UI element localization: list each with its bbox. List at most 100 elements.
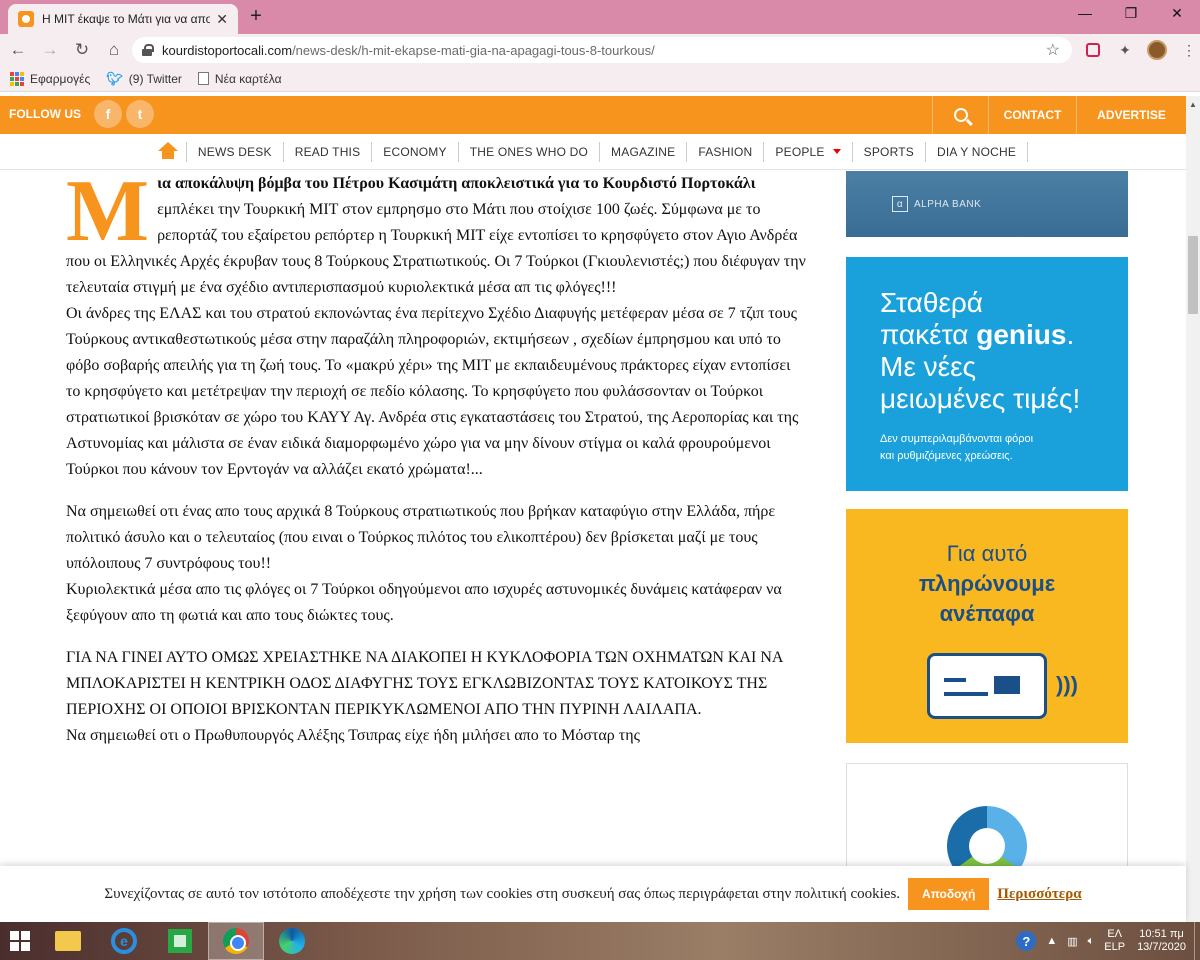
sidebar-ads: α ALPHA BANK Σταθερά πακέτα genius. Με ν… xyxy=(846,171,1128,886)
store-icon[interactable] xyxy=(152,922,208,960)
cosmote-ad[interactable] xyxy=(846,763,1128,886)
bookmarks-bar: Εφαρμογές 🐦︎ (9) Twitter Νέα καρτέλα xyxy=(0,66,1200,92)
nav-news-desk[interactable]: NEWS DESK xyxy=(185,141,283,162)
minimize-icon[interactable]: — xyxy=(1062,0,1108,26)
site-favicon-icon xyxy=(18,11,34,27)
network-icon[interactable]: ▥ xyxy=(1067,935,1077,948)
language-code: ΕΛ xyxy=(1107,928,1122,940)
search-icon xyxy=(953,108,968,122)
main-navigation: NEWS DESK READ THIS ECONOMY THE ONES WHO… xyxy=(0,134,1186,170)
scroll-up-icon[interactable]: ▲ xyxy=(1186,96,1200,113)
pocket-icon[interactable] xyxy=(1080,37,1106,63)
address-bar[interactable]: kourdistoportocali.com/news-desk/h-mit-e… xyxy=(132,37,1072,63)
facebook-glyph: f xyxy=(105,106,111,122)
article-paragraph: ΓΙΑ ΝΑ ΓΙΝΕΙ ΑΥΤΟ ΟΜΩΣ ΧΡΕΙΑΣΤΗΚΕ ΝΑ ΔΙΑ… xyxy=(66,645,806,749)
bookmark-apps[interactable]: Εφαρμογές xyxy=(10,71,91,86)
chrome-icon[interactable] xyxy=(208,922,264,960)
extensions-icon[interactable]: ✦ xyxy=(1112,37,1138,63)
bookmark-label: (9) Twitter xyxy=(128,71,182,86)
forward-icon[interactable]: → xyxy=(36,36,64,64)
new-tab-icon[interactable]: + xyxy=(244,5,268,28)
cookie-accept-button[interactable]: Αποδοχή xyxy=(908,878,990,910)
facebook-icon[interactable]: f xyxy=(94,100,122,128)
genius-ad[interactable]: Σταθερά πακέτα genius. Με νέες μειωμένες… xyxy=(846,257,1128,491)
browser-tabbar: Η ΜΙΤ έκαψε το Μάτι για να απο ✕ + — ❐ ✕ xyxy=(0,0,1200,34)
header-actions: CONTACT ADVERTISE xyxy=(932,96,1186,134)
cookie-more-link[interactable]: Περισσότερα xyxy=(997,886,1081,903)
browser-toolbar: ← → ↻ ⌂ kourdistoportocali.com/news-desk… xyxy=(0,34,1200,66)
nav-sports[interactable]: SPORTS xyxy=(851,141,925,162)
article-text: Κυριολεκτικά μέσα απο τις φλόγες οι 7 Το… xyxy=(66,581,782,624)
show-desktop-button[interactable] xyxy=(1194,922,1200,960)
star-icon[interactable]: ☆ xyxy=(1046,40,1060,60)
contactless-waves-icon: ))) xyxy=(1056,672,1078,697)
genius-line: Με νέες xyxy=(880,351,977,382)
genius-line: Σταθερά xyxy=(880,287,983,318)
alpha-bank-logo-icon: α xyxy=(892,196,908,212)
article-lead-text: εμπλέκει την Τουρκική ΜΙΤ στον εμπρησμο … xyxy=(66,201,806,296)
alpha-bank-label: ALPHA BANK xyxy=(914,198,982,210)
page-scrollbar[interactable]: ▲ xyxy=(1186,96,1200,922)
search-button[interactable] xyxy=(932,96,988,134)
article-paragraph: Να σημειωθεί οτι ένας απο τους αρχικά 8 … xyxy=(66,499,806,629)
back-icon[interactable]: ← xyxy=(4,36,32,64)
start-button[interactable] xyxy=(0,922,40,960)
nav-magazine[interactable]: MAGAZINE xyxy=(599,141,686,162)
volume-icon[interactable]: 🔈︎ xyxy=(1088,935,1095,948)
advertise-link[interactable]: ADVERTISE xyxy=(1076,96,1186,134)
contactless-line: πληρώνουμε xyxy=(918,571,1056,596)
windows-taskbar: e ? ▲ ▥ 🔈︎ ΕΛ ELP 10:51 πμ 13/7/2020 xyxy=(0,922,1200,960)
scroll-thumb[interactable] xyxy=(1188,236,1198,314)
article-body: Μια αποκάλυψη βόμβα του Πέτρου Κασιμάτη … xyxy=(66,163,806,765)
profile-icon[interactable] xyxy=(1144,37,1170,63)
windows-logo-icon xyxy=(10,931,30,951)
language-indicator[interactable]: ΕΛ ELP xyxy=(1104,928,1125,954)
article-text: Οι άνδρες της ΕΛΑΣ και του στρατού εκπον… xyxy=(66,305,799,478)
home-icon[interactable]: ⌂ xyxy=(100,36,128,64)
nav-economy[interactable]: ECONOMY xyxy=(371,141,457,162)
article-text: Να σημειωθεί οτι ένας απο τους αρχικά 8 … xyxy=(66,503,776,572)
help-icon[interactable]: ? xyxy=(1016,931,1037,951)
tray-chevron-icon[interactable]: ▲ xyxy=(1046,935,1057,947)
file-explorer-icon[interactable] xyxy=(40,922,96,960)
bookmark-new-tab[interactable]: Νέα καρτέλα xyxy=(197,72,282,86)
nav-people[interactable]: PEOPLE xyxy=(763,141,851,162)
browser-tab[interactable]: Η ΜΙΤ έκαψε το Μάτι για να απο ✕ xyxy=(8,4,238,34)
genius-disclaimer-line: Δεν συμπεριλαμβάνονται φόροι xyxy=(880,433,1034,445)
page-icon xyxy=(197,72,209,85)
cookie-banner: Συνεχίζοντας σε αυτό τον ιστότοπο αποδέχ… xyxy=(0,866,1186,922)
nav-read-this[interactable]: READ THIS xyxy=(282,141,372,162)
tab-close-icon[interactable]: ✕ xyxy=(216,11,228,28)
nav-people-label: PEOPLE xyxy=(775,144,825,159)
genius-brand: genius xyxy=(976,319,1067,350)
keyboard-layout: ELP xyxy=(1104,941,1126,953)
bookmark-label: Εφαρμογές xyxy=(30,71,91,86)
contactless-ad[interactable]: Για αυτό πληρώνουμε ανέπαφα ))) xyxy=(846,509,1128,743)
nav-fashion[interactable]: FASHION xyxy=(686,141,763,162)
reload-icon[interactable]: ↻ xyxy=(68,36,96,64)
cookie-text: Συνεχίζοντας σε αυτό τον ιστότοπο αποδέχ… xyxy=(104,885,901,902)
alpha-bank-ad[interactable]: α ALPHA BANK xyxy=(846,171,1128,237)
restore-icon[interactable]: ❐ xyxy=(1108,0,1154,26)
url-host: kourdistoportocali.com xyxy=(162,42,293,58)
home-icon[interactable] xyxy=(157,141,178,162)
extension-icons: ✦ ⋮ xyxy=(1080,34,1200,66)
close-window-icon[interactable]: ✕ xyxy=(1154,0,1200,26)
article-paragraph: Μια αποκάλυψη βόμβα του Πέτρου Κασιμάτη … xyxy=(66,163,806,483)
menu-icon[interactable]: ⋮ xyxy=(1176,37,1200,63)
twitter-icon[interactable]: t xyxy=(126,100,154,128)
genius-disclaimer-line: και ρυθμιζόμενες χρεώσεις. xyxy=(880,450,1013,462)
twitter-glyph: t xyxy=(137,106,143,122)
internet-explorer-icon[interactable]: e xyxy=(96,922,152,960)
bookmark-twitter[interactable]: 🐦︎ (9) Twitter xyxy=(106,71,182,87)
edge-icon[interactable] xyxy=(264,922,320,960)
lock-icon[interactable] xyxy=(142,44,154,56)
article-caps-text: ΓΙΑ ΝΑ ΓΙΝΕΙ ΑΥΤΟ ΟΜΩΣ ΧΡΕΙΑΣΤΗΚΕ ΝΑ ΔΙΑ… xyxy=(66,649,783,718)
nav-the-ones-who-do[interactable]: THE ONES WHO DO xyxy=(457,141,599,162)
clock[interactable]: 10:51 πμ 13/7/2020 xyxy=(1137,928,1186,954)
drop-cap: Μ xyxy=(66,163,150,260)
contact-link[interactable]: CONTACT xyxy=(988,96,1076,134)
apps-grid-icon xyxy=(10,71,24,86)
genius-line: μειωμένες τιμές! xyxy=(880,383,1081,414)
nav-dia-y-noche[interactable]: DIA Y NOCHE xyxy=(924,141,1029,162)
